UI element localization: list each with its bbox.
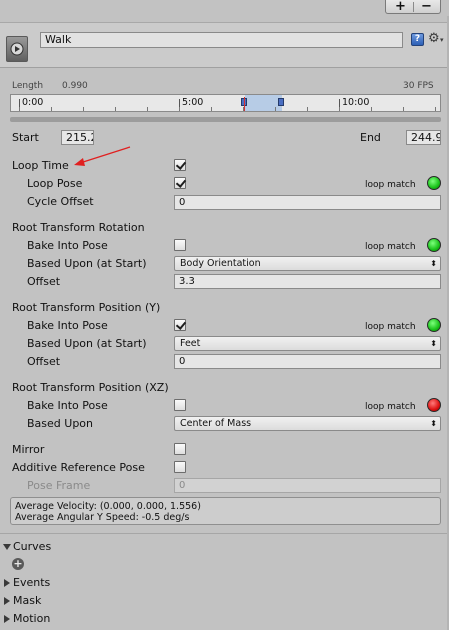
- position-xz-bake-label: Bake Into Pose: [27, 399, 108, 412]
- timeline-ruler[interactable]: 0:00 5:00 10:00: [10, 94, 441, 112]
- clip-preview-button[interactable]: [6, 36, 28, 62]
- tick-label-0: 0:00: [22, 97, 44, 108]
- rotation-based-value: Body Orientation: [180, 258, 261, 269]
- rotation-bake-label: Bake Into Pose: [27, 239, 108, 252]
- end-input[interactable]: 244.9: [406, 130, 441, 145]
- loop-time-label: Loop Time: [12, 159, 69, 172]
- position-y-header: Root Transform Position (Y): [12, 301, 161, 314]
- start-label: Start: [12, 131, 39, 144]
- rotation-bake-checkbox[interactable]: [174, 239, 186, 251]
- cycle-offset-input[interactable]: 0: [174, 195, 441, 210]
- rotation-based-dropdown[interactable]: Body Orientation ⬍: [174, 256, 441, 271]
- pose-frame-input: 0: [174, 478, 441, 493]
- mask-label: Mask: [13, 594, 42, 607]
- length-value: 0.990: [62, 81, 88, 91]
- position-y-based-label: Based Upon (at Start): [27, 337, 147, 350]
- mirror-label: Mirror: [12, 443, 45, 456]
- cycle-offset-label: Cycle Offset: [27, 195, 94, 208]
- add-remove-group: + −: [385, 0, 441, 14]
- dropdown-arrow-icon: ⬍: [430, 339, 437, 348]
- tick-minor-row: [19, 107, 439, 111]
- add-curve-button[interactable]: +: [12, 558, 24, 570]
- rotation-based-label: Based Upon (at Start): [27, 257, 147, 270]
- loop-pose-match-label: loop match: [365, 180, 416, 190]
- remove-button[interactable]: −: [421, 0, 432, 14]
- dropdown-arrow-icon: ⬍: [430, 259, 437, 268]
- mirror-checkbox[interactable]: [174, 443, 186, 455]
- motion-label: Motion: [13, 612, 51, 625]
- position-xz-match-indicator-icon: [427, 398, 441, 412]
- position-xz-header: Root Transform Position (XZ): [12, 381, 169, 394]
- settings-gear-icon[interactable]: ⚙: [428, 31, 440, 46]
- length-label: Length: [12, 81, 44, 91]
- dropdown-arrow-icon: ⬍: [430, 419, 437, 428]
- motion-info-box: Average Velocity: (0.000, 0.000, 1.556) …: [10, 497, 441, 525]
- annotation-arrow: [74, 146, 131, 166]
- rotation-offset-label: Offset: [27, 275, 61, 288]
- timeline-scrollbar[interactable]: [10, 117, 441, 122]
- playhead[interactable]: [244, 97, 245, 111]
- position-xz-match-label: loop match: [365, 402, 416, 412]
- end-marker-handle[interactable]: [278, 98, 284, 106]
- top-strip: [0, 0, 449, 16]
- loop-pose-checkbox[interactable]: [174, 177, 186, 189]
- loop-pose-match-indicator-icon: [427, 176, 441, 190]
- end-label: End: [360, 131, 381, 144]
- position-xz-based-label: Based Upon: [27, 417, 93, 430]
- additive-label: Additive Reference Pose: [12, 461, 145, 474]
- divider: [413, 2, 414, 12]
- rotation-match-label: loop match: [365, 242, 416, 252]
- help-icon[interactable]: ?: [411, 33, 424, 46]
- collapsed-triangle-icon: [4, 579, 10, 587]
- position-y-match-indicator-icon: [427, 318, 441, 332]
- loop-pose-label: Loop Pose: [27, 177, 83, 190]
- rotation-match-indicator-icon: [427, 238, 441, 252]
- position-xz-bake-checkbox[interactable]: [174, 399, 186, 411]
- clip-name-input[interactable]: Walk: [40, 32, 403, 48]
- position-y-bake-label: Bake Into Pose: [27, 319, 108, 332]
- rotation-offset-input[interactable]: 3.3: [174, 274, 441, 289]
- tick-label-5: 5:00: [182, 97, 204, 108]
- position-y-based-value: Feet: [180, 338, 201, 349]
- position-xz-based-dropdown[interactable]: Center of Mass ⬍: [174, 416, 441, 431]
- average-angular-speed: Average Angular Y Speed: -0.5 deg/s: [15, 512, 190, 523]
- fps-label: 30 FPS: [403, 81, 434, 91]
- collapsed-triangle-icon: [4, 597, 10, 605]
- position-xz-based-value: Center of Mass: [180, 418, 252, 429]
- average-velocity: Average Velocity: (0.000, 0.000, 1.556): [15, 501, 201, 512]
- loop-time-checkbox[interactable]: [174, 159, 186, 171]
- position-y-bake-checkbox[interactable]: [174, 319, 186, 331]
- position-y-based-dropdown[interactable]: Feet ⬍: [174, 336, 441, 351]
- pose-frame-label: Pose Frame: [27, 479, 91, 492]
- info-divider: [0, 533, 449, 534]
- play-icon: [10, 42, 24, 56]
- additive-checkbox[interactable]: [174, 461, 186, 473]
- position-y-offset-input[interactable]: 0: [174, 354, 441, 369]
- expanded-triangle-icon: [3, 544, 11, 550]
- curves-label: Curves: [13, 540, 52, 553]
- position-y-offset-label: Offset: [27, 355, 61, 368]
- add-button[interactable]: +: [395, 0, 406, 14]
- tick-label-10: 10:00: [342, 97, 370, 108]
- rotation-header: Root Transform Rotation: [12, 221, 145, 234]
- collapsed-triangle-icon: [4, 615, 10, 623]
- position-y-match-label: loop match: [365, 322, 416, 332]
- events-label: Events: [13, 576, 51, 589]
- settings-dropdown-arrow-icon[interactable]: ▾: [440, 36, 444, 44]
